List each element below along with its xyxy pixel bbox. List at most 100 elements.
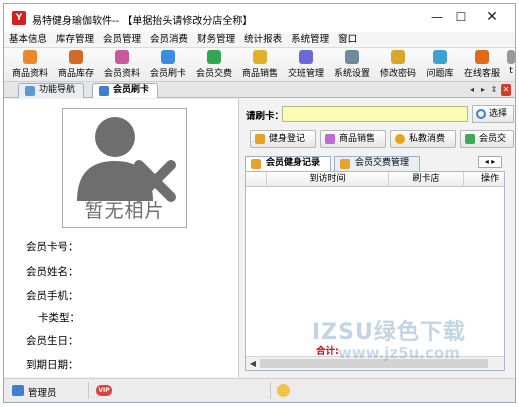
toolbar-label: 会员资料 bbox=[103, 69, 140, 79]
window-title: 易特健身瑜伽软件-- 【单据抬头请修改分店全称】 bbox=[32, 16, 253, 27]
column-header-store[interactable]: 刷卡店 bbox=[388, 172, 463, 187]
title-bar[interactable]: Y 易特健身瑜伽软件-- 【单据抬头请修改分店全称】 — ☐ ✕ bbox=[4, 4, 515, 32]
action-label: 商品销售 bbox=[339, 134, 376, 144]
menu-member-consumption[interactable]: 会员消费 bbox=[145, 32, 192, 47]
card-type-label: 卡类型： bbox=[38, 312, 80, 324]
tab-close-icon[interactable]: ✕ bbox=[501, 84, 511, 96]
current-user: 管理员 bbox=[28, 388, 57, 399]
menu-basic-info[interactable]: 基本信息 bbox=[4, 32, 51, 47]
smiley-icon bbox=[277, 384, 290, 397]
member-card-no-label: 会员卡号： bbox=[26, 241, 79, 253]
tab-member-payment-management[interactable]: 会员交费管理 bbox=[334, 156, 420, 171]
menu-finance[interactable]: 财务管理 bbox=[192, 32, 239, 47]
toolbar-label: 商品库存 bbox=[57, 69, 94, 79]
maximize-button[interactable]: ☐ bbox=[448, 8, 474, 26]
private-coach-button[interactable]: 私教消费 bbox=[390, 130, 456, 148]
select-member-button[interactable]: 选择 bbox=[472, 105, 514, 123]
navigation-icon bbox=[25, 86, 35, 96]
toolbar-member-info-button[interactable]: 会员资料 bbox=[100, 50, 144, 80]
menu-window[interactable]: 窗口 bbox=[333, 32, 361, 47]
member-birthday-label: 会员生日： bbox=[26, 335, 79, 347]
member-info-panel: 暂无相片 会员卡号： 会员姓名： 会员手机： 卡类型： 会员生日： 到期日期： bbox=[4, 99, 239, 377]
status-separator bbox=[270, 382, 271, 399]
user-placeholder-icon bbox=[77, 117, 176, 202]
toolbar-label: 问题库 bbox=[426, 69, 454, 79]
scrollbar-thumb[interactable] bbox=[260, 359, 488, 368]
card-icon bbox=[161, 50, 175, 64]
tab-prev-icon[interactable]: ◂ bbox=[467, 84, 477, 96]
tab-member-fitness-records[interactable]: 会员健身记录 bbox=[245, 156, 331, 171]
toolbar-product-sales-button[interactable]: 商品销售 bbox=[238, 50, 282, 80]
close-button[interactable]: ✕ bbox=[479, 8, 505, 26]
product-sales-button[interactable]: 商品销售 bbox=[320, 130, 386, 148]
toolbar-password-button[interactable]: 修改密码 bbox=[376, 50, 420, 80]
menu-member-management[interactable]: 会员管理 bbox=[98, 32, 145, 47]
vip-badge-icon: VIP bbox=[96, 385, 112, 396]
toolbar-member-payment-button[interactable]: 会员交费 bbox=[192, 50, 236, 80]
toolbar-label: 商品资料 bbox=[11, 69, 48, 79]
pay-icon bbox=[465, 134, 475, 144]
toolbar-label: 修改密码 bbox=[379, 69, 416, 79]
expiry-date-label: 到期日期： bbox=[26, 359, 79, 371]
pay-icon bbox=[207, 50, 221, 64]
user-icon bbox=[12, 385, 24, 396]
toolbar-faq-button[interactable]: 问题库 bbox=[422, 50, 458, 80]
menu-inventory[interactable]: 库存管理 bbox=[51, 32, 98, 47]
action-label: 私教消费 bbox=[409, 134, 446, 144]
toolbar-label: t bbox=[509, 66, 513, 76]
tab-member-swipe[interactable]: 会员刷卡 bbox=[92, 83, 159, 98]
minimize-button[interactable]: — bbox=[424, 8, 450, 26]
toolbar-shift-button[interactable]: 交班管理 bbox=[284, 50, 328, 80]
sub-tab-label: 会员健身记录 bbox=[266, 158, 321, 168]
toolbar-member-swipe-button[interactable]: 会员刷卡 bbox=[146, 50, 190, 80]
toolbar-product-stock-button[interactable]: 商品库存 bbox=[54, 50, 98, 80]
horizontal-scrollbar[interactable]: ◀ bbox=[246, 356, 504, 370]
fitness-icon bbox=[255, 134, 265, 144]
member-name-label: 会员姓名： bbox=[26, 266, 79, 278]
column-header-operation[interactable]: 操作 bbox=[463, 172, 504, 187]
toolbar-label: 系统设置 bbox=[333, 69, 370, 79]
tab-next-icon[interactable]: ▸ bbox=[478, 84, 488, 96]
toolbar: 商品资料 商品库存 会员资料 会员刷卡 会员交费 商品销售 交班管理 系统设置 … bbox=[4, 48, 515, 82]
column-header-visit-time[interactable]: 到访时间 bbox=[266, 172, 388, 187]
action-label: 健身登记 bbox=[269, 134, 306, 144]
menu-system[interactable]: 系统管理 bbox=[286, 32, 333, 47]
menu-bar: 基本信息 库存管理 会员管理 会员消费 财务管理 统计报表 系统管理 窗口 bbox=[4, 32, 515, 48]
member-icon bbox=[115, 50, 129, 64]
column-header-indicator[interactable] bbox=[246, 172, 266, 187]
member-photo: 暂无相片 bbox=[62, 108, 187, 228]
application-window: Y 易特健身瑜伽软件-- 【单据抬头请修改分店全称】 — ☐ ✕ 基本信息 库存管… bbox=[3, 3, 516, 403]
no-photo-text: 暂无相片 bbox=[84, 200, 165, 222]
tab-list-icon[interactable]: ⇕ bbox=[489, 84, 499, 96]
fitness-checkin-button[interactable]: 健身登记 bbox=[250, 130, 316, 148]
card-number-input[interactable] bbox=[282, 106, 468, 122]
tab-function-navigation[interactable]: 功能导航 bbox=[18, 83, 85, 98]
member-phone-label: 会员手机： bbox=[26, 290, 79, 302]
toolbar-more-button[interactable]: t bbox=[506, 50, 515, 80]
status-bar: 管理员 VIP bbox=[4, 378, 515, 402]
sub-tab-label: 会员交费管理 bbox=[355, 158, 410, 168]
app-logo-icon: Y bbox=[12, 11, 26, 25]
password-icon bbox=[391, 50, 405, 64]
toolbar-label: 商品销售 bbox=[241, 69, 278, 79]
toolbar-label: 会员刷卡 bbox=[149, 69, 186, 79]
more-icon bbox=[507, 50, 515, 64]
toolbar-settings-button[interactable]: 系统设置 bbox=[330, 50, 374, 80]
grid-total-label: 合计: bbox=[316, 346, 339, 357]
box-icon bbox=[23, 50, 37, 64]
select-button-label: 选择 bbox=[489, 109, 508, 119]
toolbar-label: 会员交费 bbox=[195, 69, 232, 79]
status-separator bbox=[88, 382, 89, 399]
payment-records-icon bbox=[340, 159, 350, 169]
menu-reports[interactable]: 统计报表 bbox=[239, 32, 286, 47]
toolbar-support-button[interactable]: 在线客服 bbox=[460, 50, 504, 80]
toolbar-product-info-button[interactable]: 商品资料 bbox=[8, 50, 52, 80]
question-icon bbox=[433, 50, 447, 64]
scroll-left-icon[interactable]: ◀ bbox=[248, 358, 258, 369]
tab-label: 会员刷卡 bbox=[113, 85, 150, 95]
records-icon bbox=[251, 159, 261, 169]
member-payment-button[interactable]: 会员交 bbox=[460, 130, 514, 148]
sub-tab-scroll-arrows[interactable]: ◂ ▸ bbox=[478, 156, 502, 168]
toolbar-label: 在线客服 bbox=[463, 69, 500, 79]
document-tab-strip: 功能导航 会员刷卡 ◂ ▸ ⇕ ✕ bbox=[4, 82, 515, 98]
